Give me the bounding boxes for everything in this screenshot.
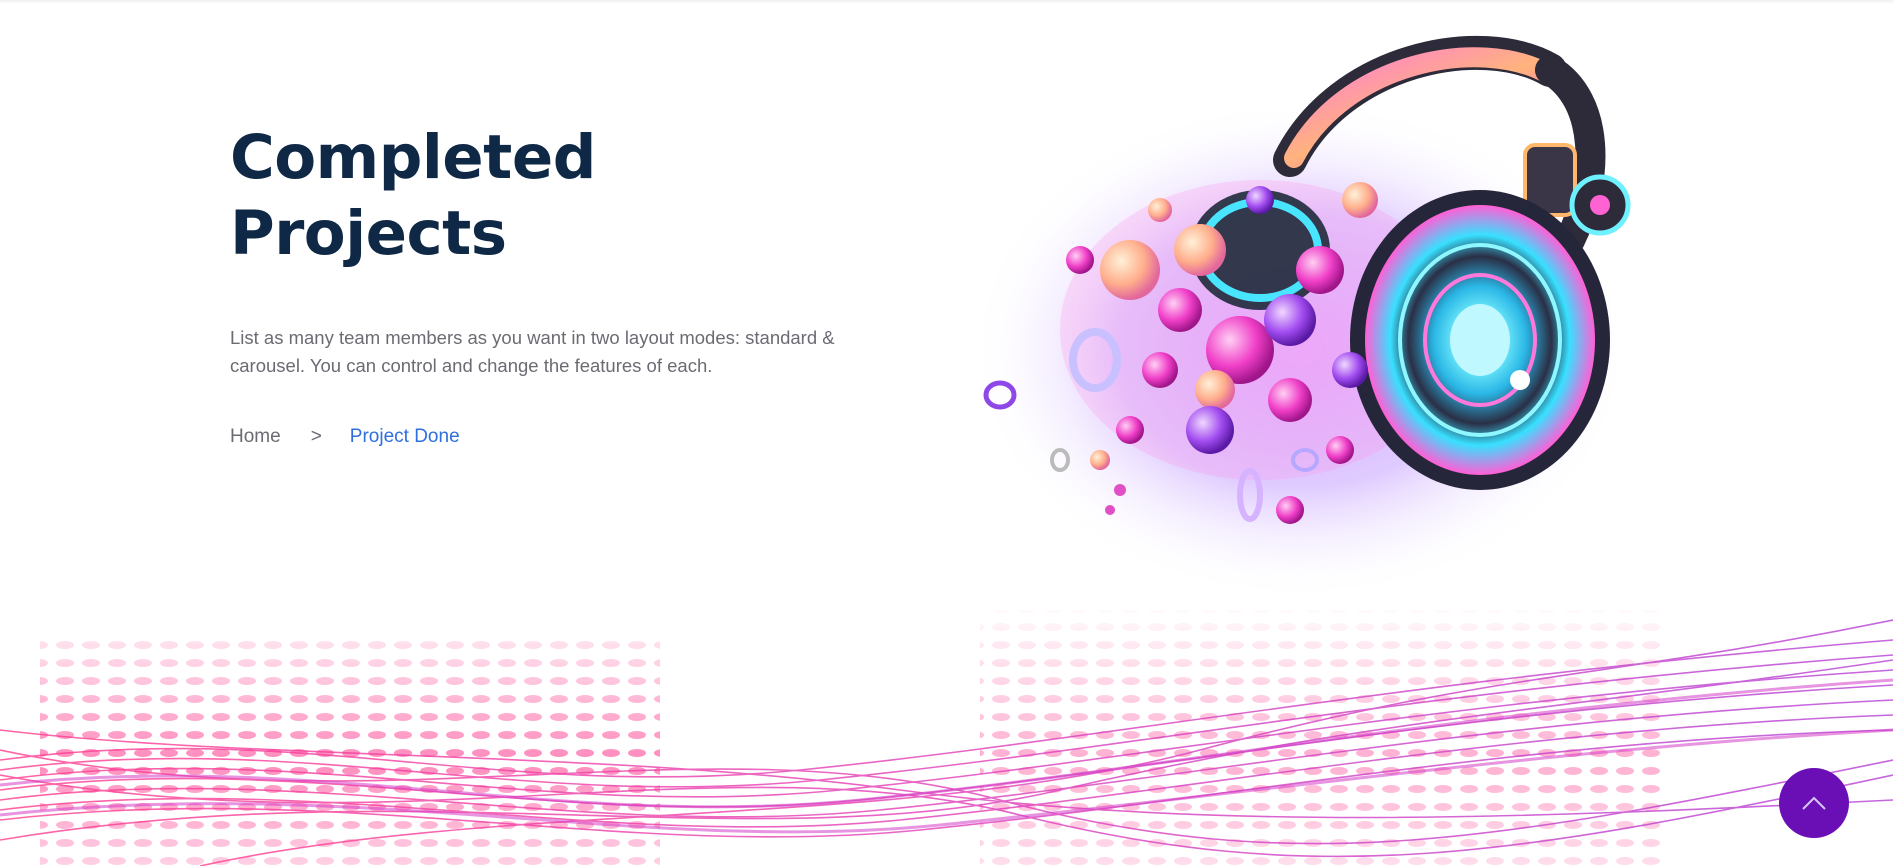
sound-wave-decoration (0, 610, 1893, 866)
breadcrumb: Home > Project Done (230, 425, 890, 449)
breadcrumb-current: Project Done (349, 426, 460, 447)
scroll-to-top-button[interactable] (1779, 768, 1849, 838)
breadcrumb-separator: > (310, 426, 322, 447)
header-shadow (0, 0, 1893, 4)
breadcrumb-home-link[interactable]: Home (230, 425, 281, 449)
page-title: Completed Projects (230, 122, 596, 269)
page-description: List as many team members as you want in… (230, 327, 835, 376)
chevron-up-icon (1802, 796, 1826, 810)
page: Completed Projects List as many team mem… (0, 0, 1893, 866)
headphones-illustration (970, 35, 1631, 600)
hero-text: Completed Projects List as many team mem… (230, 120, 890, 449)
